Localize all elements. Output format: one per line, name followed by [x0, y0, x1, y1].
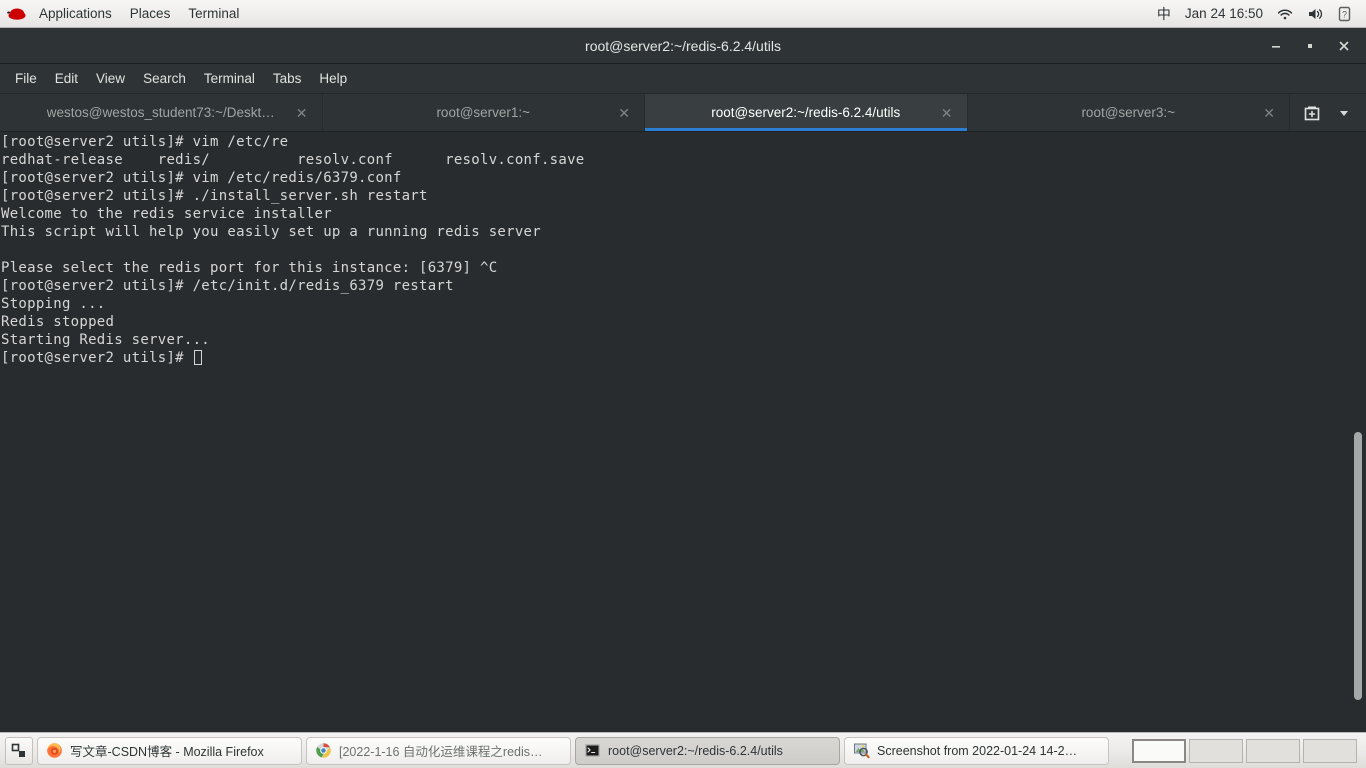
menubar-item-view[interactable]: View — [87, 64, 134, 94]
terminal-scrollbar[interactable] — [1352, 132, 1363, 732]
terminal-prompt-line: [root@server2 utils]# — [1, 349, 584, 367]
tab-bar-tools — [1290, 94, 1366, 131]
window-controls — [1262, 28, 1358, 64]
tab-label: root@server1:~ — [436, 105, 531, 120]
taskbar-item-chrome[interactable]: [2022-1-16 自动化运维课程之redis… — [306, 736, 571, 765]
menubar-terminal-label: Terminal — [203, 71, 255, 86]
wifi-icon[interactable] — [1270, 0, 1300, 28]
taskbar: 写文章-CSDN博客 - Mozilla Firefox [2022-1-16 … — [0, 732, 1366, 768]
workspace-switcher — [1128, 738, 1361, 763]
terminal-output: [root@server2 utils]# vim /etc/re redhat-… — [0, 132, 584, 367]
show-desktop-icon[interactable] — [5, 736, 33, 765]
tab-westos-student73[interactable]: westos@westos_student73:~/Deskt… ✕ — [0, 94, 323, 131]
taskbar-item-terminal[interactable]: root@server2:~/redis-6.2.4/utils — [575, 736, 840, 765]
tab-server2-redis-utils[interactable]: root@server2:~/redis-6.2.4/utils ✕ — [645, 94, 968, 131]
terminal-line: Please select the redis port for this in… — [1, 260, 498, 276]
terminal-window: root@server2:~/redis-6.2.4/utils File Ed… — [0, 28, 1366, 732]
tab-close-icon[interactable]: ✕ — [941, 106, 953, 120]
terminal-line: [root@server2 utils]# vim /etc/redis/637… — [1, 170, 402, 186]
tab-server3[interactable]: root@server3:~ ✕ — [968, 94, 1290, 131]
terminal-line: Redis stopped — [1, 314, 115, 330]
tab-close-icon[interactable]: ✕ — [1263, 106, 1275, 120]
terminal-screen[interactable]: [root@server2 utils]# vim /etc/re redhat-… — [0, 132, 1366, 732]
workspace-2[interactable] — [1189, 738, 1243, 763]
tab-label: root@server2:~/redis-6.2.4/utils — [711, 105, 901, 120]
workspace-1[interactable] — [1132, 738, 1186, 763]
menubar-file-label: File — [15, 71, 37, 86]
terminal-cursor — [193, 350, 202, 365]
minimize-button[interactable] — [1262, 32, 1290, 60]
menu-places[interactable]: Places — [121, 0, 180, 28]
terminal-line: [root@server2 utils]# /etc/init.d/redis_… — [1, 278, 454, 294]
menubar: File Edit View Search Terminal Tabs Help — [0, 64, 1366, 94]
menu-terminal[interactable]: Terminal — [179, 0, 248, 28]
workspace-3[interactable] — [1246, 738, 1300, 763]
window-titlebar[interactable]: root@server2:~/redis-6.2.4/utils — [0, 28, 1366, 64]
clock-label: Jan 24 16:50 — [1184, 6, 1263, 21]
menubar-tabs-label: Tabs — [272, 71, 302, 86]
window-title: root@server2:~/redis-6.2.4/utils — [585, 37, 781, 54]
terminal-line: Stopping ... — [1, 296, 106, 312]
terminal-line: [root@server2 utils]# ./install_server.s… — [1, 188, 428, 204]
clock-button[interactable]: Jan 24 16:50 — [1178, 0, 1270, 28]
tab-label: root@server3:~ — [1081, 105, 1176, 120]
terminal-line: This script will help you easily set up … — [1, 224, 541, 240]
menubar-item-help[interactable]: Help — [310, 64, 356, 94]
terminal-icon — [584, 742, 601, 759]
taskbar-item-label: [2022-1-16 自动化运维课程之redis… — [339, 745, 543, 759]
menubar-item-tabs[interactable]: Tabs — [264, 64, 311, 94]
workspace-4[interactable] — [1303, 738, 1357, 763]
taskbar-item-screenshot[interactable]: Screenshot from 2022-01-24 14-2… — [844, 736, 1109, 765]
maximize-button[interactable] — [1296, 32, 1324, 60]
menubar-search-label: Search — [143, 71, 186, 86]
taskbar-item-label: 写文章-CSDN博客 - Mozilla Firefox — [70, 745, 264, 759]
top-panel: Applications Places Terminal 中 Jan 24 16… — [0, 0, 1366, 28]
menubar-help-label: Help — [319, 71, 348, 86]
battery-icon[interactable]: ? — [1331, 0, 1358, 28]
redhat-logo-icon[interactable] — [6, 5, 28, 23]
volume-icon[interactable] — [1300, 0, 1331, 28]
tab-server1[interactable]: root@server1:~ ✕ — [323, 94, 645, 131]
taskbar-item-label: root@server2:~/redis-6.2.4/utils — [608, 743, 783, 758]
chevron-down-icon[interactable] — [1331, 100, 1357, 126]
menubar-edit-label: Edit — [54, 71, 79, 86]
terminal-line: Starting Redis server... — [1, 332, 211, 348]
tab-label: westos@westos_student73:~/Deskt… — [46, 105, 275, 120]
ime-label: 中 — [1156, 5, 1171, 22]
firefox-icon — [46, 742, 63, 759]
menubar-item-search[interactable]: Search — [134, 64, 195, 94]
chrome-icon — [315, 742, 332, 759]
image-viewer-icon — [853, 742, 870, 759]
system-tray: 中 Jan 24 16:50 ? — [1150, 0, 1366, 28]
close-button[interactable] — [1330, 32, 1358, 60]
terminal-line: redhat-release redis/ resolv.conf resolv… — [1, 152, 585, 168]
svg-text:?: ? — [1342, 9, 1347, 19]
menubar-item-terminal[interactable]: Terminal — [195, 64, 264, 94]
menu-terminal-label: Terminal — [188, 6, 240, 21]
tab-close-icon[interactable]: ✕ — [296, 106, 308, 120]
menu-places-label: Places — [129, 6, 171, 21]
terminal-scrollbar-thumb[interactable] — [1354, 432, 1362, 700]
new-tab-icon[interactable] — [1299, 100, 1325, 126]
menubar-item-edit[interactable]: Edit — [46, 64, 87, 94]
menu-applications-label: Applications — [39, 6, 112, 21]
menubar-view-label: View — [96, 71, 126, 86]
taskbar-item-firefox[interactable]: 写文章-CSDN博客 - Mozilla Firefox — [37, 736, 302, 765]
tab-bar: westos@westos_student73:~/Deskt… ✕ root@… — [0, 94, 1366, 132]
menu-applications[interactable]: Applications — [30, 0, 121, 28]
tab-close-icon[interactable]: ✕ — [618, 106, 630, 120]
menubar-item-file[interactable]: File — [6, 64, 46, 94]
ime-indicator[interactable]: 中 — [1150, 0, 1178, 28]
taskbar-item-label: Screenshot from 2022-01-24 14-2… — [877, 743, 1078, 758]
terminal-prompt-text: [root@server2 utils]# — [1, 350, 193, 366]
terminal-line: [root@server2 utils]# vim /etc/re — [1, 134, 289, 150]
terminal-line: Welcome to the redis service installer — [1, 206, 332, 222]
